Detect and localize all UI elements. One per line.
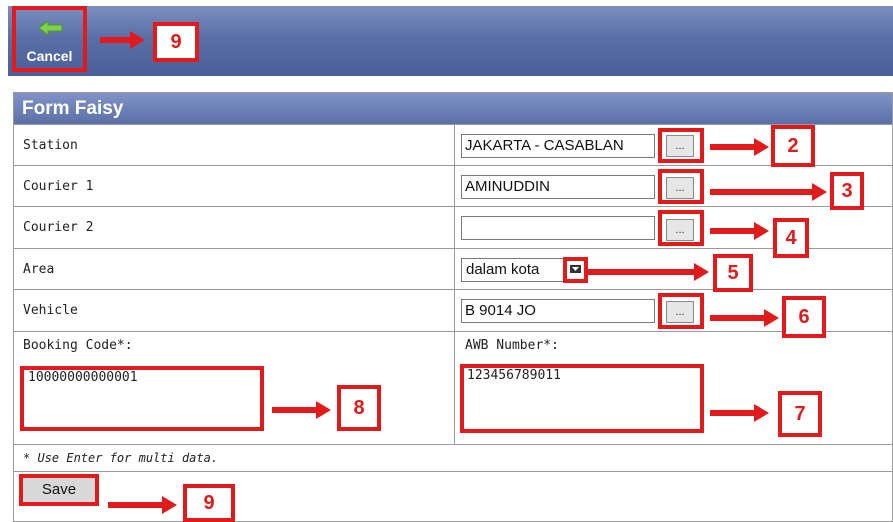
save-button[interactable]: Save — [19, 474, 99, 506]
callout-arrow-icon — [710, 404, 769, 422]
callout-badge: 6 — [782, 296, 826, 338]
multi-data-note: * Use Enter for multi data. — [23, 451, 219, 465]
callout-badge: 5 — [713, 254, 753, 292]
callout-arrow-icon — [100, 31, 145, 49]
courier2-label: Courier 2 — [23, 220, 94, 235]
callout-badge: 3 — [830, 172, 864, 210]
vehicle-input[interactable]: B 9014 JO — [461, 299, 655, 323]
cancel-label: Cancel — [26, 48, 73, 64]
area-label: Area — [23, 262, 55, 277]
booking-code-label: Booking Code*: — [23, 338, 133, 353]
callout-arrow-icon — [710, 222, 769, 240]
callout-arrow-icon — [108, 496, 177, 514]
callout-badge: 9 — [183, 484, 235, 522]
callout-arrow-icon — [272, 401, 331, 419]
station-label: Station — [23, 138, 78, 153]
chevron-down-icon[interactable] — [570, 265, 581, 273]
callout-badge: 4 — [773, 218, 809, 258]
courier1-input[interactable]: AMINUDDIN — [461, 175, 655, 199]
area-row: Area dalam kota — [14, 248, 892, 289]
courier2-input[interactable] — [461, 216, 655, 240]
note-row: * Use Enter for multi data. — [14, 444, 892, 471]
callout-arrow-icon — [710, 183, 827, 201]
highlight-frame — [658, 169, 704, 204]
awb-number-value: 123456789011 — [467, 368, 561, 383]
callout-arrow-icon — [586, 263, 709, 281]
highlight-frame — [658, 210, 704, 246]
booking-code-value: 10000000000001 — [28, 370, 138, 385]
courier1-label: Courier 1 — [23, 179, 94, 194]
codes-row: Booking Code*: AWB Number*: 100000000000… — [14, 331, 892, 444]
cancel-button[interactable]: Cancel — [12, 6, 87, 72]
callout-badge: 7 — [778, 391, 822, 437]
callout-arrow-icon — [710, 309, 779, 327]
station-input[interactable]: JAKARTA - CASABLAN — [461, 134, 655, 158]
form-title: Form Faisy — [14, 93, 892, 124]
highlight-frame — [658, 128, 704, 163]
area-selected-value: dalam kota — [466, 261, 540, 278]
callout-badge: 2 — [771, 125, 815, 167]
callout-arrow-icon — [710, 138, 769, 156]
highlight-frame — [658, 293, 704, 329]
awb-number-label: AWB Number*: — [465, 338, 559, 353]
callout-badge: 8 — [337, 385, 381, 431]
vehicle-label: Vehicle — [23, 303, 78, 318]
callout-badge: 9 — [153, 22, 199, 62]
back-arrow-icon — [38, 20, 63, 36]
